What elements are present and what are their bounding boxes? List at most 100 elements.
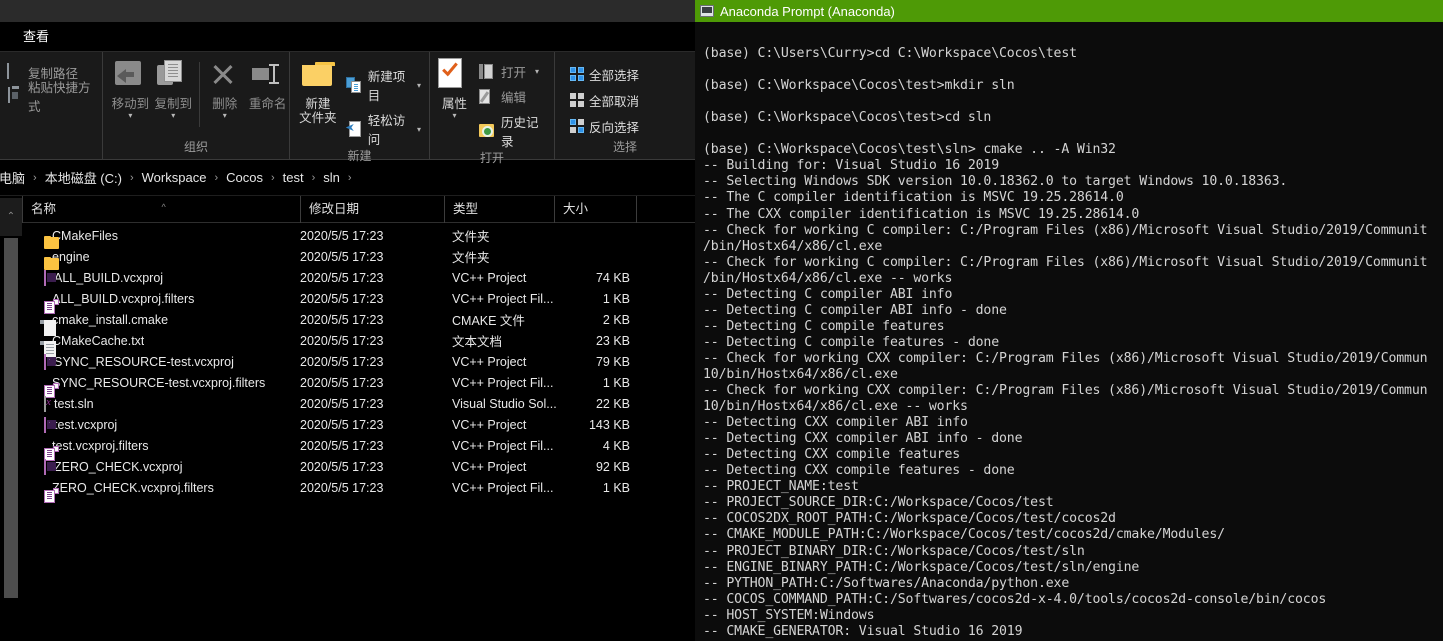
ribbon-group-open: 属性 ▾ 打开 ▾ 编辑 历史记录 打开: [430, 52, 555, 165]
paste-shortcut-button[interactable]: 粘贴快捷方式: [4, 81, 96, 114]
file-type-cell: VC++ Project Fil...: [452, 291, 554, 306]
vcxproj-icon: [44, 458, 46, 475]
file-size-cell: 4 KB: [602, 438, 630, 453]
file-name-label: ALL_BUILD.vcxproj: [54, 270, 164, 285]
file-date-cell: 2020/5/5 17:23: [300, 480, 384, 495]
history-button[interactable]: 历史记录: [478, 112, 546, 150]
terminal-line: (base) C:\Workspace\Cocos\test>cd sln: [703, 110, 992, 126]
chevron-down-icon: ▾: [222, 111, 227, 120]
table-row[interactable]: test.sln 2020/5/5 17:23 Visual Studio Sol.…: [22, 393, 695, 414]
table-row[interactable]: ALL_BUILD.vcxproj.filters 2020/5/5 17:23 V…: [22, 288, 695, 314]
open-button[interactable]: 打开 ▾: [478, 62, 546, 81]
ribbon-group-label-open: 打开: [479, 151, 504, 165]
new-folder-button[interactable]: 新建 文件夹: [294, 56, 342, 125]
new-item-button[interactable]: 新建项目 ▾: [345, 66, 421, 104]
file-date-cell: 2020/5/5 17:23: [300, 438, 384, 453]
table-row[interactable]: test.vcxproj 2020/5/5 17:23 VC++ Project 14…: [22, 414, 695, 435]
file-name-cell: ZERO_CHECK.vcxproj.filters: [22, 481, 300, 503]
chevron-down-icon: ▾: [534, 67, 539, 76]
nav-pane-scrollbar-thumb[interactable]: [4, 238, 18, 598]
move-to-icon: [113, 60, 147, 94]
file-type-cell: 文件夹: [452, 230, 490, 244]
file-type-cell: 文本文档: [452, 335, 503, 349]
file-name-label: CMakeCache.txt: [52, 333, 145, 348]
rename-button[interactable]: 重命名: [246, 56, 289, 111]
file-date-cell: 2020/5/5 17:23: [300, 396, 384, 411]
terminal-line: -- HOST_SYSTEM:Windows: [703, 607, 875, 623]
breadcrumb-item-3[interactable]: Cocos: [224, 170, 265, 185]
delete-button[interactable]: 删除 ▾: [203, 56, 246, 120]
file-explorer-window: 查看 复制路径 粘贴快捷方式 移动到 ▾ 复制到 ▾ 删除 ▾ 重命名 组织 新…: [0, 0, 695, 641]
terminal-title-text: Anaconda Prompt (Anaconda): [720, 3, 895, 19]
select-all-button[interactable]: 全部选择: [567, 64, 642, 84]
breadcrumb-separator-icon: ›: [347, 171, 352, 184]
table-row[interactable]: CMakeFiles 2020/5/5 17:23 文件夹: [22, 225, 695, 246]
table-row[interactable]: ZERO_CHECK.vcxproj 2020/5/5 17:23 VC++ Pro…: [22, 456, 695, 477]
easy-access-label: 轻松访问: [367, 114, 406, 147]
file-name-cell: CMakeCache.txt: [22, 333, 300, 357]
scroll-up-button[interactable]: ⌃: [0, 198, 22, 236]
file-type-cell: 文件夹: [452, 251, 490, 265]
file-size-cell: 74 KB: [595, 270, 630, 285]
file-date-cell: 2020/5/5 17:23: [300, 228, 384, 243]
file-type-cell: VC++ Project Fil...: [452, 438, 554, 453]
invert-selection-button[interactable]: 反向选择: [567, 116, 642, 136]
column-header-date[interactable]: 修改日期: [300, 195, 444, 223]
file-name-cell: engine: [22, 250, 300, 264]
breadcrumb-item-4[interactable]: test: [281, 170, 306, 185]
terminal-line: -- Detecting CXX compile features: [703, 447, 961, 463]
select-none-icon: [570, 93, 584, 107]
properties-button[interactable]: 属性 ▾: [434, 56, 475, 120]
table-row[interactable]: ALL_BUILD.vcxproj 2020/5/5 17:23 VC++ Proj…: [22, 267, 695, 288]
file-date-cell: 2020/5/5 17:23: [300, 417, 384, 432]
history-icon: [478, 123, 495, 139]
table-row[interactable]: SYNC_RESOURCE-test.vcxproj.filters 2020/5…: [22, 372, 695, 398]
file-list[interactable]: CMakeFiles 2020/5/5 17:23 文件夹 engine 2020/5/…: [22, 225, 695, 641]
sort-ascending-icon: ^: [161, 201, 166, 212]
edit-button[interactable]: 编辑: [478, 87, 546, 106]
ribbon-group-label-organize: 组织: [183, 140, 208, 154]
file-date-cell: 2020/5/5 17:23: [300, 354, 384, 369]
ribbon-group-label-clipboard: [0, 139, 102, 159]
tab-view[interactable]: 查看: [13, 23, 59, 51]
column-header-size[interactable]: 大小: [554, 195, 636, 223]
table-row[interactable]: ZERO_CHECK.vcxproj.filters 2020/5/5 17:23…: [22, 477, 695, 503]
file-size-cell: 92 KB: [595, 459, 630, 474]
terminal-line: -- PROJECT_SOURCE_DIR:C:/Workspace/Cocos…: [703, 495, 1054, 511]
terminal-line: -- Check for working CXX compiler: C:/Pr…: [703, 383, 1428, 399]
terminal-output[interactable]: (base) C:\Users\Curry>cd C:\Workspace\Co…: [695, 22, 1443, 641]
terminal-line: /bin/Hostx64/x86/cl.exe: [703, 238, 883, 254]
ribbon-tab-strip: 查看: [0, 22, 695, 52]
new-item-icon: [345, 77, 362, 93]
copy-to-icon: [156, 60, 190, 94]
terminal-line: -- Building for: Visual Studio 16 2019: [703, 158, 1000, 174]
terminal-line: /bin/Hostx64/x86/cl.exe -- works: [703, 270, 953, 286]
rename-icon: [251, 60, 285, 94]
anaconda-prompt-window: Anaconda Prompt (Anaconda) (base) C:\Use…: [695, 0, 1443, 641]
table-row[interactable]: CMakeCache.txt 2020/5/5 17:23 文本文档 23 KB: [22, 330, 695, 357]
column-header-extra: [636, 195, 694, 223]
breadcrumb-item-2[interactable]: Workspace: [140, 170, 209, 185]
file-date-cell: 2020/5/5 17:23: [300, 459, 384, 474]
table-row[interactable]: cmake_install.cmake 2020/5/5 17:23 CMAKE 文…: [22, 309, 695, 336]
breadcrumb-item-0[interactable]: 此电脑: [0, 168, 27, 187]
new-folder-label-2: 文件夹: [299, 111, 337, 125]
terminal-line: -- The CXX compiler identification is MS…: [703, 206, 1140, 222]
copy-to-button[interactable]: 复制到 ▾: [152, 56, 195, 120]
table-row[interactable]: engine 2020/5/5 17:23 文件夹: [22, 246, 695, 267]
terminal-line: -- Detecting C compile features: [703, 318, 945, 334]
move-to-button[interactable]: 移动到 ▾: [109, 56, 152, 120]
new-folder-icon: [301, 60, 335, 94]
table-row[interactable]: test.vcxproj.filters 2020/5/5 17:23 VC++ P…: [22, 435, 695, 461]
easy-access-button[interactable]: 轻松访问 ▾: [345, 110, 421, 148]
column-header-name[interactable]: 名称 ^: [22, 195, 300, 223]
column-header-type[interactable]: 类型: [444, 195, 554, 223]
table-row[interactable]: SYNC_RESOURCE-test.vcxproj 2020/5/5 17:23…: [22, 351, 695, 372]
file-size-cell: 23 KB: [595, 333, 630, 348]
select-none-button[interactable]: 全部取消: [567, 90, 642, 110]
breadcrumb-item-5[interactable]: sln: [321, 170, 342, 185]
breadcrumb-item-1[interactable]: 本地磁盘 (C:): [43, 168, 124, 187]
terminal-line: -- The C compiler identification is MSVC…: [703, 190, 1124, 206]
